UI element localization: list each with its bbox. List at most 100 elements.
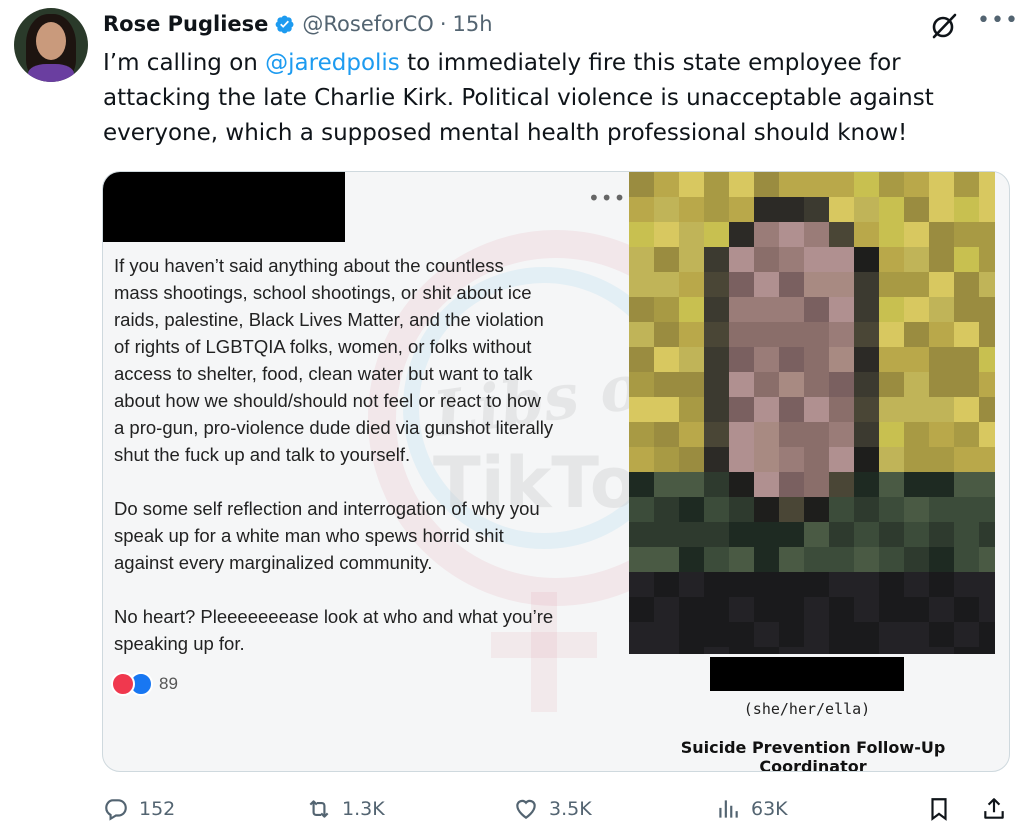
photo-pixel xyxy=(729,197,754,222)
photo-pixel xyxy=(854,622,879,647)
photo-pixel xyxy=(954,397,979,422)
like-icon xyxy=(516,799,536,819)
photo-pixel xyxy=(904,372,929,397)
photo-pixel xyxy=(979,172,995,197)
photo-pixel xyxy=(779,522,804,547)
more-icon[interactable]: ••• xyxy=(977,8,1018,33)
photo-pixel xyxy=(654,397,679,422)
photo-pixel xyxy=(929,547,954,572)
author-handle[interactable]: @RoseforCO xyxy=(302,12,433,36)
repost-count: 1.3K xyxy=(342,798,385,820)
redaction-bar xyxy=(710,657,904,691)
photo-pixel xyxy=(979,422,995,447)
photo-pixel xyxy=(854,547,879,572)
photo-pixel xyxy=(754,547,779,572)
photo-pixel xyxy=(829,272,854,297)
photo-pixel xyxy=(754,197,779,222)
photo-pixel xyxy=(754,372,779,397)
photo-pixel xyxy=(779,497,804,522)
photo-pixel xyxy=(954,422,979,447)
photo-pixel xyxy=(729,347,754,372)
photo-pixel xyxy=(779,222,804,247)
photo-pixel xyxy=(654,347,679,372)
photo-pixel xyxy=(929,322,954,347)
photo-pixel xyxy=(829,172,854,197)
photo-pixel xyxy=(679,622,704,647)
photo-pixel xyxy=(904,597,929,622)
photo-pixel xyxy=(754,497,779,522)
photo-pixel xyxy=(754,297,779,322)
photo-pixel xyxy=(829,422,854,447)
photo-pixel xyxy=(779,372,804,397)
photo-pixel xyxy=(754,322,779,347)
photo-pixel xyxy=(654,372,679,397)
verified-badge-icon[interactable] xyxy=(274,14,295,35)
photo-pixel xyxy=(754,522,779,547)
photo-pixel xyxy=(879,447,904,472)
photo-pixel xyxy=(679,472,704,497)
repost-button[interactable]: 1.3K xyxy=(306,792,385,826)
photo-pixel xyxy=(729,222,754,247)
photo-pixel xyxy=(654,297,679,322)
photo-pixel xyxy=(729,372,754,397)
share-icon xyxy=(984,798,1004,819)
photo-pixel xyxy=(679,272,704,297)
photo-pixel xyxy=(954,372,979,397)
photo-pixel xyxy=(729,597,754,622)
photo-pixel xyxy=(829,622,854,647)
avatar[interactable] xyxy=(14,8,88,82)
photo-pixel xyxy=(979,222,995,247)
photo-pixel xyxy=(929,622,954,647)
photo-pixel xyxy=(954,322,979,347)
reply-button[interactable]: 152 xyxy=(103,792,175,826)
photo-pixel xyxy=(804,647,829,654)
photo-pixel xyxy=(804,447,829,472)
photo-pixel xyxy=(829,247,854,272)
views-button[interactable]: 63K xyxy=(715,792,788,826)
photo-pixel xyxy=(954,197,979,222)
photo-pixel xyxy=(854,647,879,654)
photo-pixel xyxy=(904,472,929,497)
photo-pixel xyxy=(629,622,654,647)
tweet-time[interactable]: 15h xyxy=(453,12,493,36)
photo-pixel xyxy=(879,522,904,547)
photo-pixel xyxy=(629,447,654,472)
author-name[interactable]: Rose Pugliese xyxy=(103,12,268,36)
photo-pixel xyxy=(754,572,779,597)
photo-pixel xyxy=(804,472,829,497)
bookmark-button[interactable] xyxy=(926,792,962,826)
photo-pixel xyxy=(829,572,854,597)
photo-pixel xyxy=(779,172,804,197)
photo-pixel xyxy=(879,397,904,422)
photo-pixel xyxy=(929,472,954,497)
photo-pixel xyxy=(979,472,995,497)
photo-pixel xyxy=(679,197,704,222)
photo-pixel xyxy=(629,647,654,654)
photo-pixel xyxy=(804,197,829,222)
photo-pixel xyxy=(854,597,879,622)
photo-pixel xyxy=(804,372,829,397)
photo-pixel xyxy=(904,522,929,547)
photo-pixel xyxy=(854,222,879,247)
photo-pixel xyxy=(629,172,654,197)
like-button[interactable]: 3.5K xyxy=(513,792,592,826)
photo-pixel xyxy=(954,447,979,472)
photo-pixel xyxy=(704,172,729,197)
photo-pixel xyxy=(729,297,754,322)
photo-pixel xyxy=(679,322,704,347)
grok-icon[interactable] xyxy=(930,12,958,40)
photo-pixel xyxy=(754,422,779,447)
photo-pixel xyxy=(779,347,804,372)
photo-pixel xyxy=(654,172,679,197)
mention-link[interactable]: @jaredpolis xyxy=(265,50,400,76)
photo-pixel xyxy=(854,347,879,372)
photo-pixel xyxy=(754,447,779,472)
media-image[interactable]: Libs of TikTok ••• If you haven’t said a… xyxy=(102,171,1010,772)
photo-pixel xyxy=(979,247,995,272)
photo-pixel xyxy=(979,322,995,347)
photo-pixel xyxy=(954,247,979,272)
photo-pixel xyxy=(979,572,995,597)
photo-pixel xyxy=(804,547,829,572)
photo-pixel xyxy=(779,247,804,272)
share-button[interactable] xyxy=(981,792,1017,826)
